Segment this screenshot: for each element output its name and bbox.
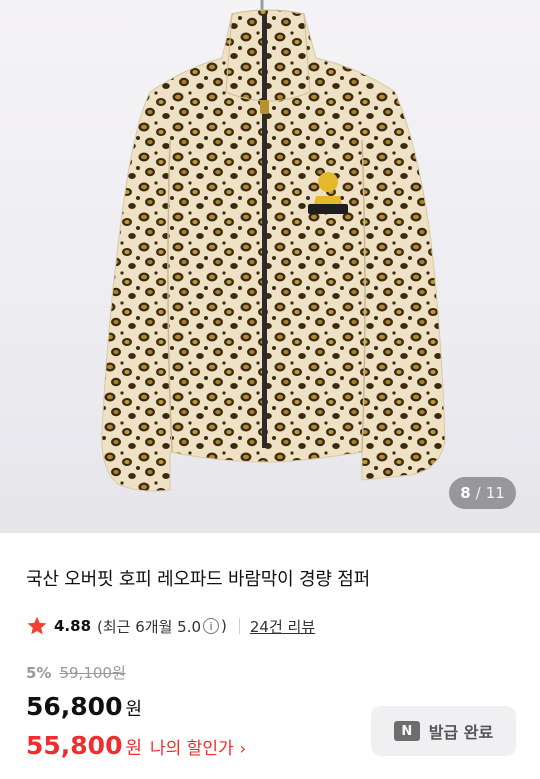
my-discount-price: 55,800 xyxy=(26,731,123,760)
rating-detail: (최근 6개월 5.0 i ) xyxy=(97,616,227,637)
discount-percent: 5% xyxy=(26,663,52,682)
chevron-right-icon: › xyxy=(239,739,247,758)
star-icon xyxy=(27,616,47,635)
image-counter-total: 11 xyxy=(485,484,505,502)
coupon-issued-label: 발급 완료 xyxy=(428,723,494,742)
rating-detail-close: ) xyxy=(221,617,227,635)
image-counter-current: 8 xyxy=(460,484,471,502)
sale-price: 56,800 xyxy=(26,692,123,721)
my-discount-label: 나의 할인가 xyxy=(150,739,234,759)
product-photo xyxy=(101,0,446,492)
divider xyxy=(238,618,240,634)
rating-row: 4.88 (최근 6개월 5.0 i ) 24건 리뷰 xyxy=(26,613,315,639)
naver-n-icon: N xyxy=(393,721,420,741)
product-image-gallery[interactable]: 8 / 11 xyxy=(0,0,540,533)
image-counter-separator: / xyxy=(475,484,481,502)
discount-row: 5% 59,100원 xyxy=(26,662,126,683)
coupon-issued-button[interactable]: N 발급 완료 xyxy=(371,706,516,756)
rating-score: 4.88 xyxy=(54,617,92,635)
info-icon[interactable]: i xyxy=(203,618,220,634)
original-price: 59,100원 xyxy=(59,664,126,682)
product-title: 국산 오버핏 호피 레오파드 바람막이 경량 점퍼 xyxy=(26,569,370,590)
sale-price-row: 56,800 원 xyxy=(26,692,142,721)
my-discount-price-link[interactable]: 55,800 원 나의 할인가 › xyxy=(26,731,246,760)
rating-detail-text: (최근 6개월 5.0 xyxy=(97,617,202,636)
sale-price-unit: 원 xyxy=(125,699,143,720)
image-counter: 8 / 11 xyxy=(449,477,516,509)
review-count-link[interactable]: 24건 리뷰 xyxy=(250,616,315,637)
my-discount-price-unit: 원 xyxy=(125,738,143,759)
